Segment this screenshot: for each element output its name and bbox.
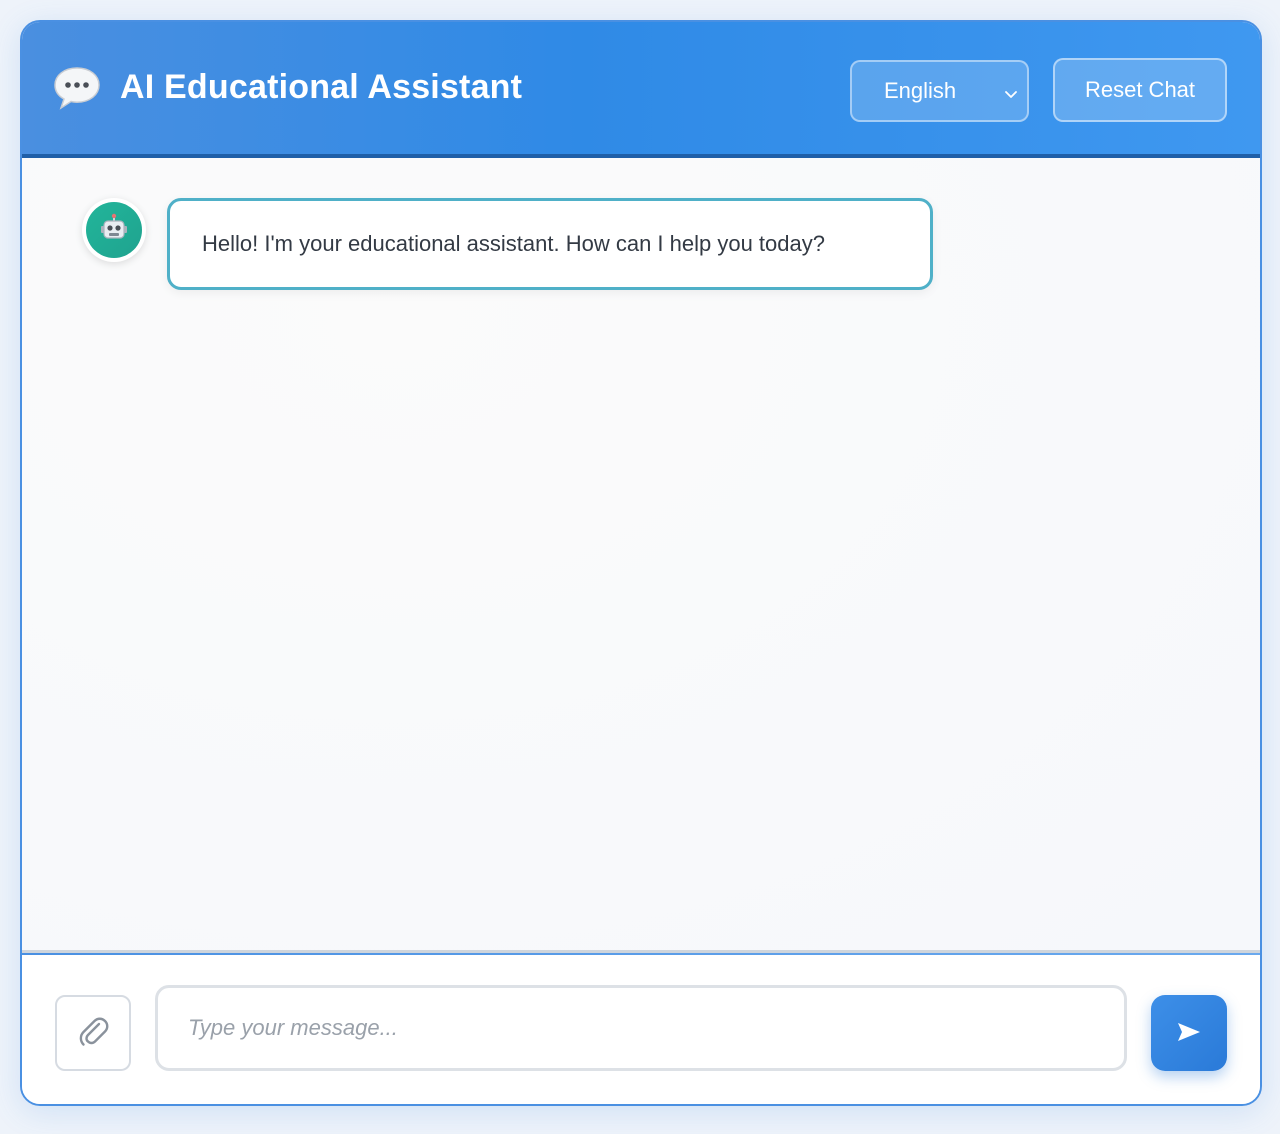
speech-balloon-icon: [52, 64, 102, 112]
send-button[interactable]: [1151, 995, 1227, 1071]
page-title: AI Educational Assistant: [120, 68, 523, 106]
robot-icon: [99, 213, 129, 248]
bot-message-bubble: Hello! I'm your educational assistant. H…: [167, 198, 933, 290]
chat-messages: Hello! I'm your educational assistant. H…: [22, 158, 1260, 950]
reset-chat-button[interactable]: Reset Chat: [1053, 58, 1227, 122]
language-select[interactable]: English: [850, 60, 1029, 122]
send-arrow-icon: [1176, 1021, 1202, 1046]
message-input[interactable]: [155, 985, 1127, 1071]
language-select-value: English: [884, 78, 957, 103]
bot-avatar: [82, 198, 146, 262]
paperclip-icon: [75, 1013, 111, 1054]
chevron-down-icon: [1003, 82, 1019, 98]
chat-window: AI Educational Assistant English Reset C…: [20, 20, 1262, 1106]
message-composer: [22, 950, 1260, 1104]
attach-file-button[interactable]: [55, 995, 131, 1071]
chat-header: AI Educational Assistant English Reset C…: [22, 22, 1260, 158]
